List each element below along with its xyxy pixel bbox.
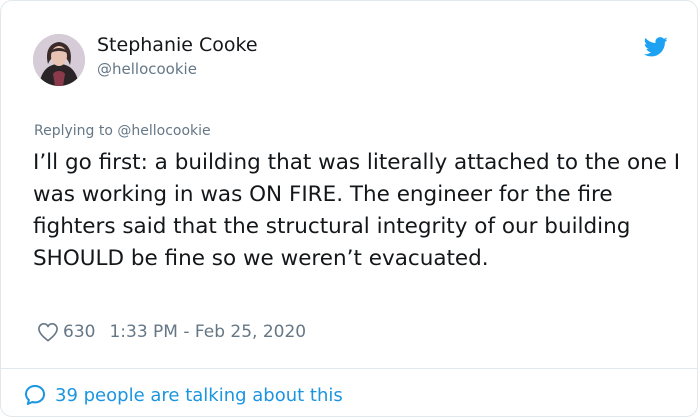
heart-icon[interactable]	[37, 322, 59, 342]
speech-bubble-icon	[25, 385, 45, 405]
tweet-text: I’ll go first: a building that was liter…	[33, 150, 681, 271]
divider	[1, 368, 697, 369]
like-count[interactable]: 630	[63, 322, 95, 342]
conversation-link[interactable]: 39 people are talking about this	[23, 382, 343, 408]
replying-mention[interactable]: @hellocookie	[117, 123, 210, 139]
author-name[interactable]: Stephanie Cooke	[97, 33, 258, 57]
avatar[interactable]	[33, 34, 85, 86]
replying-to: Replying to @hellocookie	[34, 122, 211, 140]
tweet-card: Stephanie Cooke @hellocookie Replying to…	[0, 0, 698, 417]
tweet-meta: 630 1:33 PM - Feb 25, 2020	[37, 320, 306, 344]
talking-label[interactable]: 39 people are talking about this	[55, 385, 343, 406]
replying-prefix: Replying to	[34, 123, 113, 139]
twitter-bird-icon[interactable]	[644, 37, 668, 57]
tweet-timestamp[interactable]: 1:33 PM - Feb 25, 2020	[109, 322, 306, 342]
author-handle[interactable]: @hellocookie	[97, 59, 197, 79]
